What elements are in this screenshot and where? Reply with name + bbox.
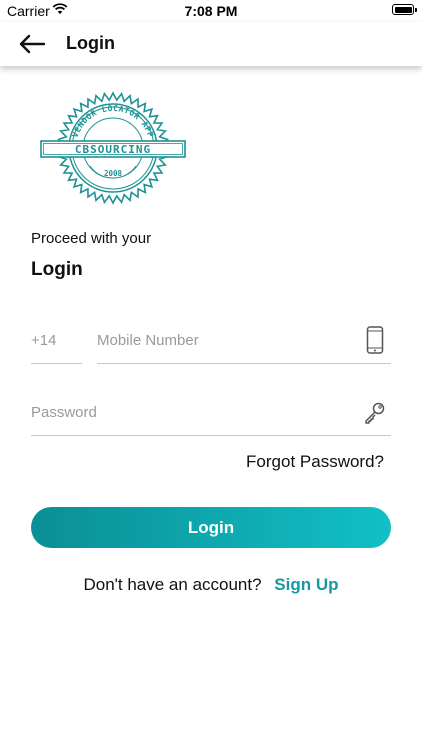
page-title: Login	[66, 33, 115, 53]
login-heading: Login	[31, 259, 83, 280]
back-button[interactable]	[14, 28, 50, 60]
battery-icon	[392, 4, 417, 15]
country-code-underline	[31, 363, 82, 364]
arrow-left-icon	[19, 34, 46, 54]
mobile-number-underline	[97, 363, 391, 364]
mobile-phone-icon	[366, 326, 384, 354]
signup-prompt: Don't have an account?	[83, 575, 262, 594]
login-button[interactable]: Login	[31, 507, 391, 548]
cbsourcing-logo: VENDOR LOCATOR APP CBSOURCING 2008	[40, 91, 186, 205]
password-input[interactable]	[31, 401, 351, 423]
status-bar: Carrier 7:08 PM	[0, 0, 422, 22]
key-icon	[365, 402, 385, 424]
country-code-input[interactable]	[31, 329, 81, 351]
signup-link[interactable]: Sign Up	[274, 575, 338, 594]
svg-text:CBSOURCING: CBSOURCING	[75, 143, 151, 156]
forgot-password-link[interactable]: Forgot Password?	[246, 452, 384, 472]
proceed-text: Proceed with your	[31, 230, 152, 247]
signup-row: Don't have an account? Sign Up	[0, 575, 422, 595]
password-underline	[31, 435, 391, 436]
status-time: 7:08 PM	[184, 3, 238, 19]
svg-text:VENDOR LOCATOR APP: VENDOR LOCATOR APP	[71, 104, 156, 139]
svg-text:2008: 2008	[104, 169, 123, 178]
mobile-number-input[interactable]	[97, 329, 352, 351]
nav-bar: Login	[0, 22, 422, 66]
